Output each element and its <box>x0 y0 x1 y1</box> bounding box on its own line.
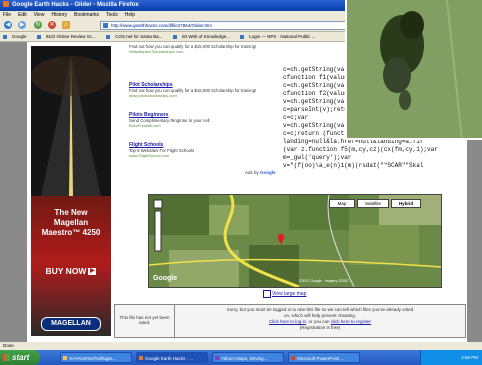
bookmark-icon <box>240 34 245 39</box>
task-button-2[interactable]: Google Earth Hacks - ... <box>136 352 208 363</box>
task-button-4[interactable]: Microsoft PowerPoint ... <box>288 352 360 363</box>
register-link[interactable]: click here to register <box>331 319 371 324</box>
task-label: %7e%3e%2f%2flogin... <box>69 356 116 361</box>
url-text: http://www.gearthhacks.com/dlfile27864/G… <box>111 23 213 28</box>
firefox-icon <box>3 1 9 8</box>
login-notice-mid: , or you can <box>305 319 330 324</box>
satellite-imagery <box>149 195 441 287</box>
view-large-map-link[interactable]: View large map <box>272 291 306 297</box>
app-icon <box>63 356 67 360</box>
ad-line-2: Magellan <box>53 218 89 227</box>
ads-by-google[interactable]: Ads by Google <box>245 170 276 175</box>
ads-by-label: Ads by <box>245 170 259 175</box>
bookmark-icon <box>36 34 41 39</box>
ad-headline: The New Magellan Maestro™ 4250 <box>31 208 111 238</box>
map-icon <box>263 290 271 298</box>
ad-url: www.FlightSchool.com <box>129 153 170 158</box>
task-label: Yahoo! Maps, Driving... <box>221 356 268 361</box>
rating-status: This file has not yet been rated. <box>115 305 175 337</box>
start-button[interactable]: start <box>0 350 40 365</box>
window-title: Google Earth Hacks - Glider - Mozilla Fi… <box>12 2 139 8</box>
magellan-logo: MAGELLAN <box>41 317 101 331</box>
firefox-icon <box>139 356 143 360</box>
bookmark-label: Google <box>12 34 27 39</box>
aerial-photo <box>347 0 482 138</box>
ad-url: Websitepilot.Scholarships.com <box>129 49 184 54</box>
magellan-banner-ad[interactable]: The New Magellan Maestro™ 4250 BUY NOW ▶ … <box>31 46 111 336</box>
windows-logo-icon <box>3 354 10 361</box>
task-label: Google Earth Hacks - ... <box>145 356 194 361</box>
back-button[interactable]: ◀ <box>4 21 12 29</box>
bookmark-in22[interactable]: IN22 Online Review Sc... <box>36 34 99 39</box>
menu-bookmarks[interactable]: Bookmarks <box>74 12 99 18</box>
login-link[interactable]: Click here to log in <box>269 319 306 324</box>
map-copyright: ©2007 Google · Imagery ©2007 ... <box>299 279 353 283</box>
bookmark-icon <box>172 34 177 39</box>
bookmark-login[interactable]: Login — NPS · National Public ... <box>240 34 318 39</box>
app-icon <box>215 356 219 360</box>
text-ad-flight-schools[interactable]: Flight Schools Top 5 Websites For Flight… <box>129 142 269 158</box>
map-type-satellite-button[interactable]: Satellite <box>357 199 389 208</box>
bookmark-cos[interactable]: COS.net for Santa Ba... <box>106 34 165 39</box>
home-button[interactable]: ⌂ <box>62 21 70 29</box>
map-type-map-button[interactable]: Map <box>329 199 355 208</box>
reload-button[interactable]: ↻ <box>34 21 42 29</box>
google-label: Google <box>260 170 276 175</box>
ad-line-1: The New <box>54 208 88 217</box>
menu-history[interactable]: History <box>51 12 67 18</box>
windows-taskbar: start %7e%3e%2f%2flogin... Google Earth … <box>0 350 482 365</box>
login-notice: Sorry, but you must be logged in to rate… <box>179 307 461 331</box>
bookmark-label: IN22 Online Review Sc... <box>45 34 96 39</box>
ad-url: BuzzFunwith.com <box>129 123 161 128</box>
powerpoint-icon <box>291 356 295 360</box>
text-ad-pilots-beginners[interactable]: Pilots Beginners Send Complimentary Ring… <box>129 112 269 128</box>
start-label: start <box>12 353 30 362</box>
registration-note: (Registration is free) <box>299 325 341 330</box>
task-label: Microsoft PowerPoint ... <box>297 356 345 361</box>
bookmark-label: ISI Web of Knowledge... <box>181 34 230 39</box>
map-zoom-control <box>153 199 163 252</box>
menu-tools[interactable]: Tools <box>106 12 118 18</box>
task-button-1[interactable]: %7e%3e%2f%2flogin... <box>60 352 132 363</box>
text-ad-partial[interactable]: Find out how you can qualify for a $15,0… <box>129 44 269 54</box>
menu-view[interactable]: View <box>34 12 45 18</box>
bookmark-label: COS.net for Santa Ba... <box>115 34 163 39</box>
aerial-photo-thumbnail <box>345 0 482 140</box>
arrow-right-icon: ▶ <box>88 268 97 276</box>
forward-button[interactable]: ▶ <box>18 21 26 29</box>
embedded-map[interactable]: Map Satellite Hybrid Google ©2007 Google… <box>148 194 442 288</box>
clock: 2:56 PM <box>461 355 478 360</box>
google-map-logo: Google <box>153 275 178 282</box>
bookmark-label: Login — NPS · National Public ... <box>249 34 316 39</box>
menu-edit[interactable]: Edit <box>18 12 27 18</box>
menu-file[interactable]: File <box>3 12 11 18</box>
road-photo <box>31 46 111 196</box>
map-type-hybrid-button[interactable]: Hybrid <box>391 199 421 208</box>
text-ad-pilot-scholarships[interactable]: Pilot Scholarships Find out how you can … <box>129 82 269 98</box>
buy-now-button[interactable]: BUY NOW ▶ <box>31 266 111 276</box>
bookmark-icon <box>3 34 7 39</box>
stop-button[interactable]: ✕ <box>48 21 56 29</box>
bookmark-icon <box>106 34 111 39</box>
url-bar[interactable]: http://www.gearthhacks.com/dlfile27864/G… <box>100 21 357 30</box>
task-button-3[interactable]: Yahoo! Maps, Driving... <box>212 352 284 363</box>
bookmark-isi[interactable]: ISI Web of Knowledge... <box>172 34 233 39</box>
menu-help[interactable]: Help <box>125 12 135 18</box>
site-favicon <box>103 23 108 28</box>
ad-line-3: Maestro™ 4250 <box>41 228 101 237</box>
ad-url: www.pilotscholarships.com <box>129 93 177 98</box>
buy-now-label: BUY NOW <box>45 266 87 276</box>
system-tray: 2:56 PM <box>420 350 482 365</box>
rating-box: This file has not yet been rated. Sorry,… <box>114 304 466 338</box>
status-bar: Done <box>0 342 482 350</box>
bookmark-google[interactable]: Google <box>3 34 30 39</box>
